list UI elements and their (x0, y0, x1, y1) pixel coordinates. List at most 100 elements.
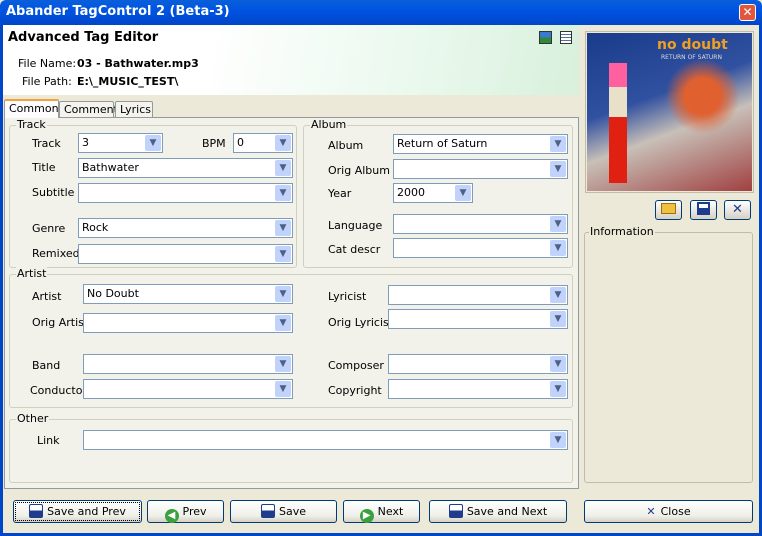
image-icon[interactable] (539, 31, 552, 44)
remixed-combo[interactable]: ▼ (78, 244, 293, 264)
conductor-label: Conductor (30, 384, 87, 397)
chevron-down-icon[interactable]: ▼ (550, 240, 566, 256)
tab-common[interactable]: Common (4, 99, 59, 118)
composer-label: Composer (328, 359, 384, 372)
file-name-label: File Name: (18, 57, 77, 70)
window-close-button[interactable]: ✕ (739, 4, 756, 21)
band-combo[interactable]: ▼ (83, 354, 293, 374)
save-prev-icon (29, 504, 44, 518)
track-combo[interactable]: 3 ▼ (78, 133, 163, 153)
chevron-down-icon[interactable]: ▼ (550, 381, 566, 397)
artist-combo[interactable]: No Doubt ▼ (83, 284, 293, 304)
save-next-icon (448, 504, 463, 518)
chevron-down-icon[interactable]: ▼ (275, 286, 291, 302)
year-value: 2000 (397, 186, 425, 199)
genre-value: Rock (82, 221, 109, 234)
chevron-down-icon[interactable]: ▼ (275, 381, 291, 397)
subtitle-label: Subtitle (32, 186, 75, 199)
file-path-value: E:\_MUSIC_TEST\ (77, 75, 179, 88)
title-value: Bathwater (82, 161, 139, 174)
artist-value: No Doubt (87, 287, 139, 300)
folder-icon (661, 203, 676, 214)
orig-album-label: Orig Album (328, 164, 390, 177)
lyricist-label: Lyricist (328, 290, 367, 303)
orig-lyricist-combo[interactable]: ▼ (388, 309, 568, 329)
tab-comment[interactable]: Comment (59, 101, 118, 118)
chevron-down-icon[interactable]: ▼ (275, 246, 291, 262)
save-and-next-label: Save and Next (466, 505, 548, 518)
lyricist-combo[interactable]: ▼ (388, 285, 568, 305)
artist-group-title: Artist (16, 267, 48, 280)
track-value: 3 (82, 136, 89, 149)
link-label: Link (37, 434, 60, 447)
close-button[interactable]: ✕ Close (584, 500, 753, 523)
save-and-next-button[interactable]: Save and Next (429, 500, 567, 523)
next-label: Next (377, 505, 404, 518)
bpm-combo[interactable]: 0 ▼ (233, 133, 293, 153)
chevron-down-icon[interactable]: ▼ (275, 220, 291, 236)
copyright-combo[interactable]: ▼ (388, 379, 568, 399)
language-combo[interactable]: ▼ (393, 214, 568, 234)
open-folder-button[interactable] (655, 200, 682, 220)
save-button[interactable]: Save (230, 500, 337, 523)
chevron-down-icon[interactable]: ▼ (455, 185, 471, 201)
artist-label: Artist (32, 290, 62, 303)
bpm-value: 0 (237, 136, 244, 149)
title-combo[interactable]: Bathwater ▼ (78, 158, 293, 178)
save-and-prev-label: Save and Prev (47, 505, 126, 518)
title-bar: Abander TagControl 2 (Beta-3) (0, 0, 762, 25)
window-title: Abander TagControl 2 (Beta-3) (6, 4, 230, 19)
save-label: Save (278, 505, 306, 518)
tab-lyrics[interactable]: Lyrics (115, 101, 153, 118)
chevron-down-icon[interactable]: ▼ (275, 135, 291, 151)
chevron-down-icon[interactable]: ▼ (145, 135, 161, 151)
chevron-down-icon[interactable]: ▼ (550, 161, 566, 177)
chevron-down-icon[interactable]: ▼ (275, 160, 291, 176)
floppy-icon (697, 202, 710, 215)
page-title: Advanced Tag Editor (8, 30, 159, 45)
save-and-prev-button[interactable]: Save and Prev (13, 500, 142, 523)
chevron-down-icon[interactable]: ▼ (550, 356, 566, 372)
other-group-title: Other (16, 412, 50, 425)
prev-button[interactable]: ◀ Prev (147, 500, 224, 523)
arrow-left-icon: ◀ (164, 509, 179, 523)
orig-album-combo[interactable]: ▼ (393, 159, 568, 179)
orig-artist-combo[interactable]: ▼ (83, 313, 293, 333)
conductor-combo[interactable]: ▼ (83, 379, 293, 399)
prev-label: Prev (182, 505, 207, 518)
year-label: Year (328, 187, 352, 200)
chevron-down-icon[interactable]: ▼ (550, 287, 566, 303)
cat-descr-combo[interactable]: ▼ (393, 238, 568, 258)
chevron-down-icon[interactable]: ▼ (550, 136, 566, 152)
chevron-down-icon[interactable]: ▼ (550, 216, 566, 232)
genre-combo[interactable]: Rock ▼ (78, 218, 293, 238)
information-group: Information (584, 225, 753, 483)
chevron-down-icon[interactable]: ▼ (275, 185, 291, 201)
year-combo[interactable]: 2000 ▼ (393, 183, 473, 203)
save-cover-button[interactable] (690, 200, 717, 220)
arrow-right-icon: ▶ (359, 509, 374, 523)
link-combo[interactable]: ▼ (83, 430, 568, 450)
next-button[interactable]: ▶ Next (343, 500, 420, 523)
subtitle-combo[interactable]: ▼ (78, 183, 293, 203)
bpm-label: BPM (202, 137, 226, 150)
composer-combo[interactable]: ▼ (388, 354, 568, 374)
orig-lyricist-label: Orig Lyricist (328, 316, 394, 329)
chevron-down-icon[interactable]: ▼ (550, 311, 566, 327)
remixed-label: Remixed (32, 247, 80, 260)
cat-descr-label: Cat descr (328, 243, 381, 256)
chevron-down-icon[interactable]: ▼ (275, 356, 291, 372)
file-name-value: 03 - Bathwater.mp3 (77, 57, 199, 70)
album-value: Return of Saturn (397, 137, 488, 150)
band-label: Band (32, 359, 61, 372)
x-icon: ✕ (732, 202, 743, 217)
chevron-down-icon[interactable]: ▼ (550, 432, 566, 448)
album-combo[interactable]: Return of Saturn ▼ (393, 134, 568, 154)
text-document-icon[interactable] (560, 31, 572, 44)
remove-cover-button[interactable]: ✕ (724, 200, 751, 220)
chevron-down-icon[interactable]: ▼ (275, 315, 291, 331)
cover-logo: no doubt (657, 37, 728, 53)
cover-subtitle: RETURN OF SATURN (661, 54, 722, 61)
album-label: Album (328, 139, 364, 152)
album-cover-image[interactable]: no doubt RETURN OF SATURN (587, 33, 752, 191)
